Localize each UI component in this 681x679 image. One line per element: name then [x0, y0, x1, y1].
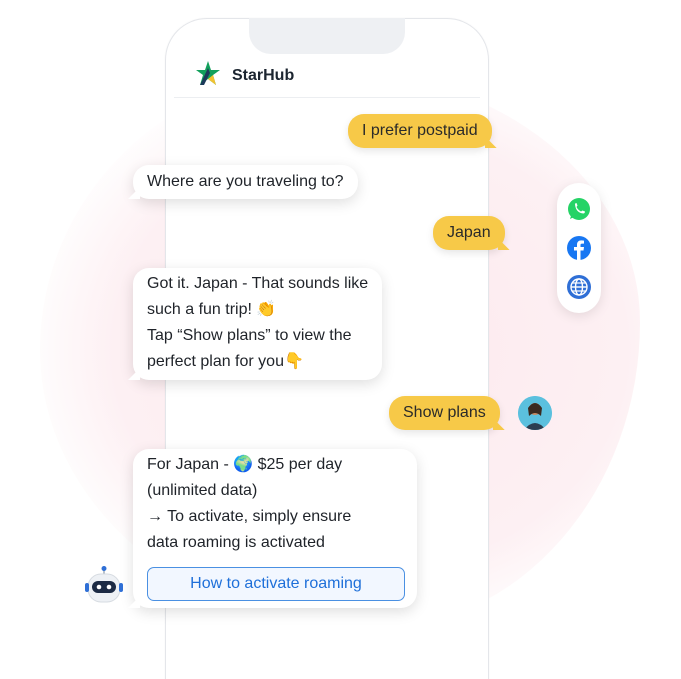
bot-text-line: For Japan - 🌍 $25 per day	[147, 456, 343, 473]
bot-text-line: data roaming is activated	[147, 534, 325, 551]
bot-avatar-robot-icon	[84, 566, 124, 606]
bot-text-line: Got it. Japan - That sounds like	[147, 275, 369, 292]
bot-text-line: → To activate, simply ensure	[147, 508, 352, 525]
chat-header: StarHub	[174, 49, 480, 98]
starhub-logo-icon	[196, 61, 220, 85]
user-message-show-plans: Show plans	[389, 396, 500, 430]
bot-text-line: perfect plan for you👇	[147, 353, 304, 370]
bot-text-line: Tap “Show plans” to view the	[147, 327, 352, 344]
channel-selector	[557, 183, 601, 313]
globe-icon[interactable]	[566, 274, 592, 300]
user-message-postpaid: I prefer postpaid	[348, 114, 492, 148]
bot-message-show-plans-prompt: Got it. Japan - That sounds like such a …	[133, 268, 383, 380]
bot-text-line: such a fun trip! 👏	[147, 301, 277, 318]
user-message-japan: Japan	[433, 216, 505, 250]
bot-message-destination-question: Where are you traveling to?	[133, 165, 358, 199]
whatsapp-icon[interactable]	[566, 196, 592, 222]
bot-message-japan-plan: For Japan - 🌍 $25 per day (unlimited dat…	[133, 449, 417, 608]
user-avatar	[518, 396, 552, 430]
brand-name: StarHub	[232, 67, 295, 84]
facebook-icon[interactable]	[566, 235, 592, 261]
activate-roaming-button[interactable]: How to activate roaming	[147, 567, 405, 601]
bot-text-line: (unlimited data)	[147, 482, 258, 499]
